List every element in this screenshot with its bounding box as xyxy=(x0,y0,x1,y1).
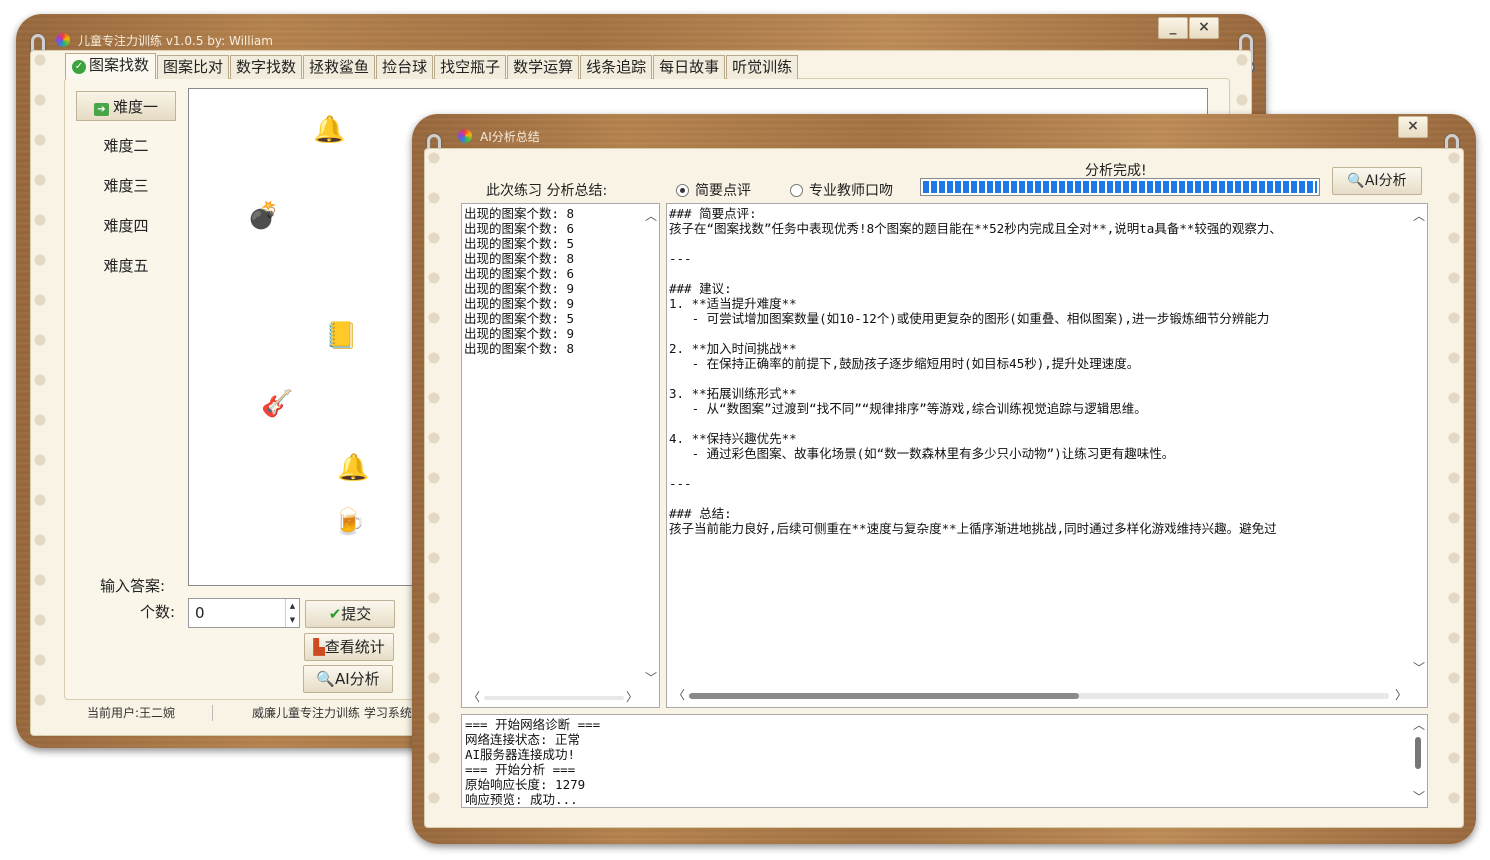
records-vscroll[interactable]: ︿ ﹀ xyxy=(643,208,657,688)
progress-fill xyxy=(923,181,1317,193)
tab-math[interactable]: 数学运算 xyxy=(507,55,580,79)
record-row[interactable]: 出现的图案个数: 5 xyxy=(464,311,657,326)
count-stepper[interactable]: 0 ▲ ▼ xyxy=(188,598,300,628)
bomb-icon: 💣 xyxy=(247,201,280,231)
record-row[interactable]: 出现的图案个数: 5 xyxy=(464,236,657,251)
address-book-icon: 📒 xyxy=(325,321,358,351)
game-tabs: ✓ 图案找数 图案比对 数字找数 拯救鲨鱼 捡台球 找空瓶子 数学运算 线条追踪 … xyxy=(65,53,799,79)
tab-listening[interactable]: 听觉训练 xyxy=(726,55,799,79)
stepper-arrows-icon[interactable]: ▲ ▼ xyxy=(285,599,299,627)
tab-number-find[interactable]: 数字找数 xyxy=(230,55,303,79)
record-row[interactable]: 出现的图案个数: 6 xyxy=(464,266,657,281)
minimize-button[interactable]: _ xyxy=(1158,17,1188,39)
left-hole-strip xyxy=(425,149,443,827)
ai-titlebar: AI分析总结 xyxy=(458,122,540,150)
scroll-track[interactable] xyxy=(689,693,1389,699)
record-row[interactable]: 出现的图案个数: 9 xyxy=(464,326,657,341)
record-row[interactable]: 出现的图案个数: 8 xyxy=(464,341,657,356)
tab-pick-billiards[interactable]: 捡台球 xyxy=(376,55,434,79)
diagnostic-log[interactable]: === 开始网络诊断 === 网络连接状态: 正常 AI服务器连接成功! ===… xyxy=(461,714,1428,808)
scroll-thumb[interactable] xyxy=(689,693,1079,699)
ai-logo-icon xyxy=(458,129,472,143)
summary-label: 此次练习 分析总结: xyxy=(486,183,608,199)
scroll-up-icon[interactable]: ︿ xyxy=(1413,210,1425,222)
scroll-track[interactable] xyxy=(484,696,624,700)
records-list[interactable]: 出现的图案个数: 8 出现的图案个数: 6 出现的图案个数: 5 出现的图案个数: 8… xyxy=(461,203,660,708)
level-five-button[interactable]: 难度五 xyxy=(76,251,176,281)
app-logo-icon xyxy=(56,33,70,47)
log-text: === 开始网络诊断 === 网络连接状态: 正常 AI服务器连接成功! ===… xyxy=(465,717,601,807)
record-row[interactable]: 出现的图案个数: 9 xyxy=(464,281,657,296)
radio-empty-icon xyxy=(790,184,803,197)
scroll-up-icon[interactable]: ︿ xyxy=(645,210,657,222)
records-text: 出现的图案个数: 8 出现的图案个数: 6 出现的图案个数: 5 出现的图案个数: 8… xyxy=(462,204,659,358)
checkmark-icon: ✔ xyxy=(328,605,342,623)
progress-status: 分析完成! xyxy=(1085,163,1147,179)
bell-icon: 🔔 xyxy=(313,115,346,145)
tab-save-shark[interactable]: 拯救鲨鱼 xyxy=(303,55,376,79)
record-row[interactable]: 出现的图案个数: 8 xyxy=(464,206,657,221)
tab-line-tracking[interactable]: 线条追踪 xyxy=(580,55,653,79)
level-three-button[interactable]: 难度三 xyxy=(76,171,176,201)
scroll-down-icon[interactable]: ﹀ xyxy=(645,672,657,684)
records-hscroll[interactable]: 〈 〉 xyxy=(466,691,638,705)
magnifier-icon: 🔍 xyxy=(316,670,335,688)
count-value: 0 xyxy=(195,604,205,622)
magnifier-icon: 🔍 xyxy=(1347,173,1365,189)
tab-daily-story[interactable]: 每日故事 xyxy=(653,55,726,79)
ai-analyze-button[interactable]: 🔍AI分析 xyxy=(1332,167,1422,195)
status-divider xyxy=(212,705,213,721)
analysis-vscroll[interactable]: ︿ ﹀ xyxy=(1411,208,1425,678)
mode-teacher-radio[interactable]: 专业教师口吻 xyxy=(790,180,893,200)
level-one-button[interactable]: ➔ 难度一 xyxy=(76,91,176,121)
check-icon: ✓ xyxy=(72,60,86,74)
scroll-thumb[interactable] xyxy=(1415,737,1421,769)
record-row[interactable]: 出现的图案个数: 8 xyxy=(464,251,657,266)
view-stats-button[interactable]: ▙查看统计 xyxy=(304,633,394,661)
level-two-button[interactable]: 难度二 xyxy=(76,131,176,161)
bell-icon: 🔔 xyxy=(337,453,370,483)
status-current-user: 当前用户:王二婉 xyxy=(87,706,176,720)
radio-selected-icon xyxy=(676,184,689,197)
answer-label: 输入答案: xyxy=(100,577,166,595)
analysis-text: ### 简要点评: 孩子在“图案找数”任务中表现优秀!8个图案的题目能在**52… xyxy=(669,206,1282,536)
scroll-up-icon[interactable]: ︿ xyxy=(1413,719,1425,731)
ai-window-title: AI分析总结 xyxy=(480,129,540,144)
arrow-right-icon: ➔ xyxy=(93,103,109,116)
tab-find-empty-bottle[interactable]: 找空瓶子 xyxy=(434,55,507,79)
guitar-icon: 🎸 xyxy=(261,389,294,419)
mode-simple-radio[interactable]: 简要点评 xyxy=(676,180,751,200)
level-four-button[interactable]: 难度四 xyxy=(76,211,176,241)
ai-analysis-button[interactable]: 🔍AI分析 xyxy=(303,665,393,693)
record-row[interactable]: 出现的图案个数: 9 xyxy=(464,296,657,311)
scroll-left-icon[interactable]: 〈 xyxy=(673,689,685,701)
scroll-left-icon[interactable]: 〈 xyxy=(468,691,480,703)
log-vscroll[interactable]: ︿ ﹀ xyxy=(1411,717,1425,805)
scroll-down-icon[interactable]: ﹀ xyxy=(1413,662,1425,674)
ai-close-button[interactable]: × xyxy=(1398,116,1428,138)
analysis-hscroll[interactable]: 〈 〉 xyxy=(671,689,1407,703)
tab-pattern-compare[interactable]: 图案比对 xyxy=(157,55,230,79)
close-button[interactable]: × xyxy=(1189,17,1219,39)
analysis-progress-bar xyxy=(920,178,1320,196)
beer-icon: 🍺 xyxy=(333,507,366,537)
status-app-name: 威廉儿童专注力训练 学习系统 xyxy=(252,706,412,720)
count-label: 个数: xyxy=(140,603,176,621)
left-hole-strip xyxy=(31,51,49,735)
analysis-textbox[interactable]: ### 简要点评: 孩子在“图案找数”任务中表现优秀!8个图案的题目能在**52… xyxy=(666,203,1428,708)
chart-icon: ▙ xyxy=(313,638,325,656)
scroll-right-icon[interactable]: 〉 xyxy=(626,691,638,703)
right-hole-strip xyxy=(1445,149,1463,827)
scroll-down-icon[interactable]: ﹀ xyxy=(1413,791,1425,803)
submit-button[interactable]: ✔提交 xyxy=(305,600,395,628)
scroll-right-icon[interactable]: 〉 xyxy=(1395,689,1407,701)
main-window-title: 儿童专注力训练 v1.0.5 by: William xyxy=(78,33,273,48)
tab-pattern-count[interactable]: ✓ 图案找数 xyxy=(65,53,157,79)
record-row[interactable]: 出现的图案个数: 6 xyxy=(464,221,657,236)
